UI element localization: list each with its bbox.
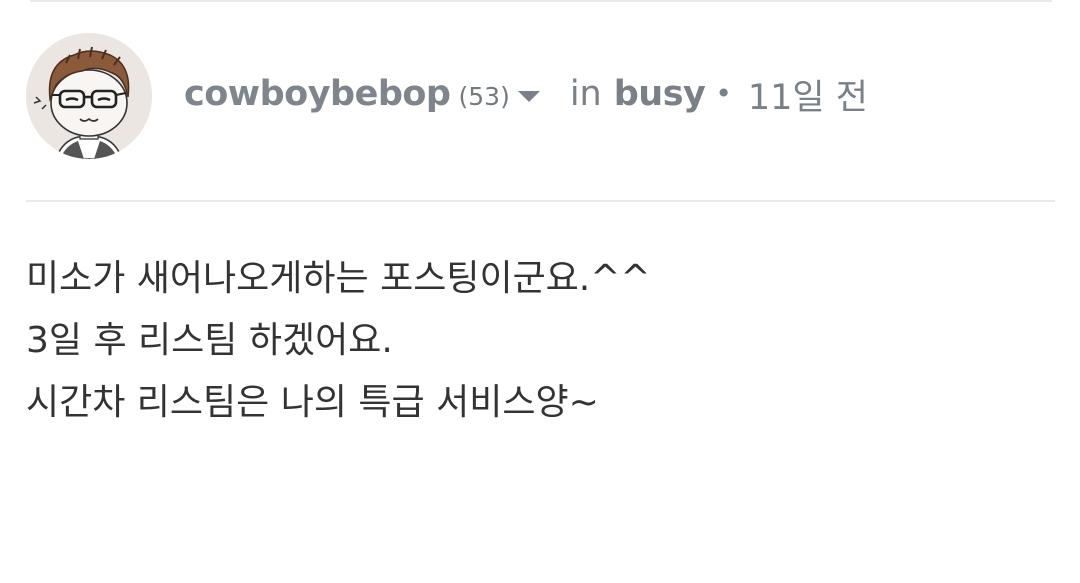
in-label: in [569,74,602,114]
comment-line: 미소가 새어나오게하는 포스팅이군요.^^ [26,258,651,299]
comment-body: 미소가 새어나오게하는 포스팅이군요.^^ 3일 후 리스팀 하겠어요. 시간차… [26,248,651,434]
author-reputation: (53) [458,81,510,111]
comment-meta: cowboybebop (53) in busy • 11일 전 [184,69,868,120]
comment-line: 시간차 리스팀은 나의 특급 서비스양~ [26,382,599,423]
avatar-caricature-icon [26,33,152,159]
top-divider [30,0,1052,2]
post-timestamp[interactable]: 11일 전 [748,69,868,120]
separator-dot: • [715,76,732,110]
comment-header: cowboybebop (53) in busy • 11일 전 [26,33,868,159]
comment-page: cowboybebop (53) in busy • 11일 전 미소가 새어나… [0,0,1080,583]
community-link[interactable]: busy [614,74,706,114]
author-name[interactable]: cowboybebop [184,74,451,114]
author-avatar[interactable] [26,33,152,159]
chevron-down-icon[interactable] [517,90,540,102]
comment-line: 3일 후 리스팀 하겠어요. [26,320,393,361]
header-divider [26,200,1055,202]
